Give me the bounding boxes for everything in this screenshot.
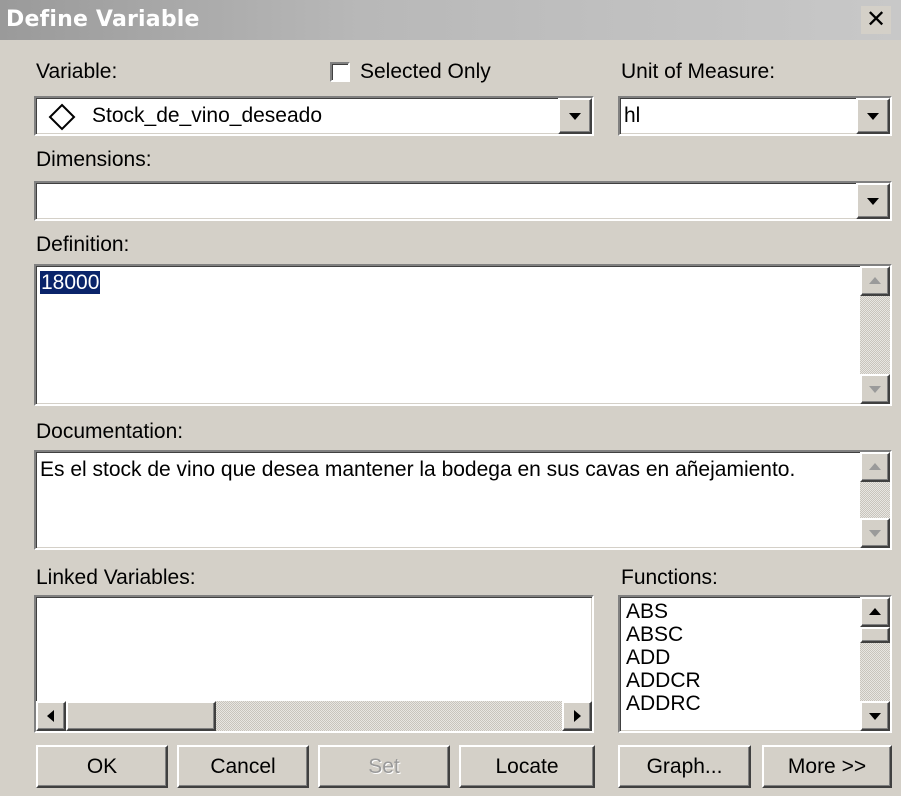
linked-scroll-left-button[interactable] bbox=[36, 701, 66, 731]
chevron-up-icon bbox=[869, 608, 881, 615]
graph-button[interactable]: Graph... bbox=[618, 745, 751, 788]
diamond-icon bbox=[48, 103, 76, 131]
functions-list[interactable]: ABS ABSC ADD ADDCR ADDRC bbox=[618, 595, 892, 733]
selected-only-label: Selected Only bbox=[360, 60, 491, 83]
list-item[interactable]: ABSC bbox=[626, 623, 701, 646]
chevron-up-icon bbox=[869, 277, 881, 284]
chevron-down-icon bbox=[867, 113, 879, 120]
unit-value: hl bbox=[624, 104, 641, 127]
locate-button[interactable]: Locate bbox=[459, 745, 595, 788]
definition-textarea[interactable]: 18000 bbox=[34, 264, 892, 406]
definition-text: 18000 bbox=[40, 271, 101, 294]
ok-button[interactable]: OK bbox=[36, 745, 168, 788]
cancel-button[interactable]: Cancel bbox=[177, 745, 309, 788]
list-item[interactable]: ADDRC bbox=[626, 692, 701, 715]
selected-only-checkbox[interactable] bbox=[330, 62, 350, 82]
linked-scroll-right-button[interactable] bbox=[562, 701, 592, 731]
close-icon: ✕ bbox=[865, 5, 887, 33]
list-item[interactable]: ABS bbox=[626, 600, 701, 623]
functions-scroll-down-button[interactable] bbox=[860, 701, 890, 731]
functions-items: ABS ABSC ADD ADDCR ADDRC bbox=[626, 600, 701, 715]
chevron-right-icon bbox=[574, 710, 581, 722]
definition-scrollbar[interactable] bbox=[860, 266, 890, 404]
dimensions-label: Dimensions: bbox=[36, 148, 152, 171]
unit-combo[interactable]: hl bbox=[618, 96, 892, 136]
documentation-scroll-up-button[interactable] bbox=[860, 452, 890, 482]
title-bar: Define Variable ✕ bbox=[0, 0, 901, 40]
documentation-scroll-down-button[interactable] bbox=[860, 518, 890, 548]
window-title: Define Variable bbox=[6, 7, 200, 32]
documentation-textarea[interactable]: Es el stock de vino que desea mantener l… bbox=[34, 450, 892, 550]
chevron-down-icon bbox=[869, 530, 881, 537]
documentation-text: Es el stock de vino que desea mantener l… bbox=[40, 458, 796, 481]
functions-scroll-thumb[interactable] bbox=[860, 627, 890, 643]
variable-value: Stock_de_vino_deseado bbox=[92, 104, 323, 127]
variable-dropdown-button[interactable] bbox=[558, 98, 592, 134]
linked-variables-hscrollbar[interactable] bbox=[36, 701, 592, 731]
linked-variables-label: Linked Variables: bbox=[36, 566, 196, 589]
functions-scroll-up-button[interactable] bbox=[860, 597, 890, 627]
definition-scroll-down-button[interactable] bbox=[860, 374, 890, 404]
functions-scrollbar[interactable] bbox=[860, 597, 890, 731]
linked-scroll-thumb[interactable] bbox=[66, 701, 216, 731]
definition-scroll-up-button[interactable] bbox=[860, 266, 890, 296]
chevron-down-icon bbox=[869, 386, 881, 393]
definition-label: Definition: bbox=[36, 233, 130, 256]
dimensions-combo[interactable] bbox=[34, 181, 892, 221]
variable-label: Variable: bbox=[36, 60, 118, 83]
documentation-scrollbar[interactable] bbox=[860, 452, 890, 548]
unit-of-measure-label: Unit of Measure: bbox=[621, 60, 776, 83]
chevron-down-icon bbox=[569, 113, 581, 120]
linked-variables-list[interactable] bbox=[34, 595, 594, 733]
documentation-label: Documentation: bbox=[36, 420, 184, 443]
chevron-up-icon bbox=[869, 463, 881, 470]
set-button[interactable]: Set bbox=[318, 745, 450, 788]
more-button[interactable]: More >> bbox=[762, 745, 892, 788]
close-button[interactable]: ✕ bbox=[861, 6, 891, 34]
list-item[interactable]: ADDCR bbox=[626, 669, 701, 692]
chevron-left-icon bbox=[47, 710, 54, 722]
chevron-down-icon bbox=[867, 198, 879, 205]
variable-combo[interactable]: Stock_de_vino_deseado bbox=[34, 96, 594, 136]
unit-dropdown-button[interactable] bbox=[856, 98, 890, 134]
chevron-down-icon bbox=[869, 713, 881, 720]
list-item[interactable]: ADD bbox=[626, 646, 701, 669]
dimensions-dropdown-button[interactable] bbox=[856, 183, 890, 219]
functions-label: Functions: bbox=[621, 566, 718, 589]
